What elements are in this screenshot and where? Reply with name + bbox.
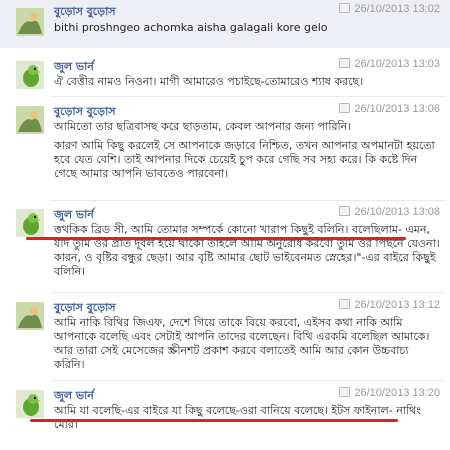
divider <box>50 200 446 201</box>
message-icon <box>339 387 351 397</box>
message-text: আমি যা বলেছি-এর বাইরে যা কিছু বলেছে-ওরা … <box>54 404 421 431</box>
timestamp: 26/10/2013 13:20 <box>339 387 440 399</box>
timestamp: 26/10/2013 13:02 <box>339 3 440 15</box>
message-text: আমিতো তার ছত্রিবাসছ করে ছাড়তাম, কেবল আপ… <box>54 120 352 133</box>
avatar[interactable] <box>16 8 44 36</box>
message-item: বুড়োস বুড়োস 26/10/2013 13:06 আমিতো তার… <box>0 100 450 200</box>
message-icon <box>339 206 351 216</box>
message-text: আমি নাকি বিথির জিএফ, দেশে গিয়ে তাকে বিয… <box>54 316 430 371</box>
divider <box>50 380 446 381</box>
message-icon <box>339 3 351 13</box>
message-icon <box>339 103 351 113</box>
avatar[interactable] <box>16 390 44 418</box>
message-item: জুল ভার্ন 26/10/2013 13:08 ত্তথকিক ব্রিড… <box>0 203 450 291</box>
message-text: ঐ বেত্তীর নামও নিওনা। মাগী আমারেও পচাইছে… <box>54 75 364 88</box>
message-item: বুড়োস বুড়োস 26/10/2013 13:12 আমি নাকি … <box>0 296 450 380</box>
message-icon <box>339 58 351 68</box>
sender-name[interactable]: বুড়োস বুড়োস <box>54 3 116 22</box>
message-text: কারণ আমি কিছু করলেই সে আপনাকে জড়াবে নিশ… <box>54 139 435 180</box>
avatar[interactable] <box>16 302 44 330</box>
timestamp: 26/10/2013 13:08 <box>339 206 440 218</box>
divider <box>50 292 446 293</box>
message-icon <box>339 299 351 309</box>
divider <box>50 96 446 97</box>
message-item: জুল ভার্ন 26/10/2013 13:03 ঐ বেত্তীর নাম… <box>0 55 450 93</box>
avatar[interactable] <box>16 209 44 237</box>
message-text: ত্তথকিক ব্রিড সী, আমি তোমার সম্পর্কে কোন… <box>54 223 440 278</box>
red-underline-annotation <box>26 237 406 240</box>
avatar[interactable] <box>16 106 44 134</box>
red-underline-annotation <box>30 419 398 422</box>
timestamp: 26/10/2013 13:12 <box>339 299 440 311</box>
message-text: bithi proshngeo achomka aisha galagali k… <box>54 21 328 34</box>
timestamp: 26/10/2013 13:03 <box>339 58 440 70</box>
message-thread: বুড়োস বুড়োস 26/10/2013 13:02 bithi pro… <box>0 0 450 450</box>
message-item: জুল ভার্ন 26/10/2013 13:20 আমি যা বলেছি-… <box>0 384 450 450</box>
message-item: বুড়োস বুড়োস 26/10/2013 13:02 bithi pro… <box>0 0 450 48</box>
timestamp: 26/10/2013 13:06 <box>339 103 440 115</box>
avatar[interactable] <box>16 61 44 89</box>
